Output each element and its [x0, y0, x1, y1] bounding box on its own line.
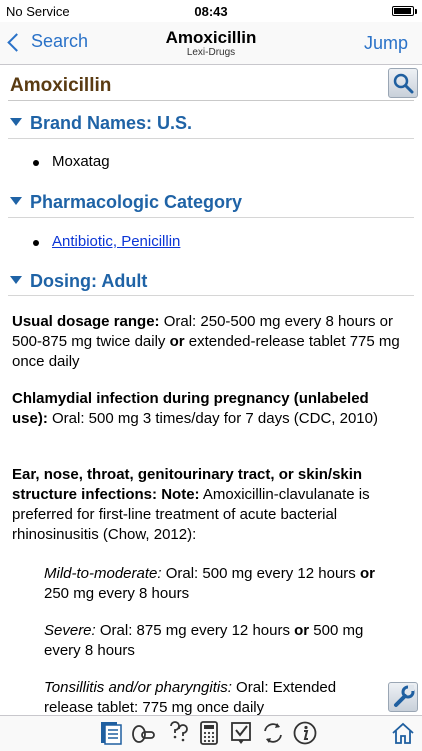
calculator-icon[interactable]	[196, 720, 222, 746]
dosing-label: Usual dosage range:	[12, 313, 160, 330]
divider	[8, 100, 414, 101]
bottom-toolbar	[0, 715, 422, 751]
page-title: Amoxicillin	[165, 28, 257, 47]
divider	[8, 138, 414, 139]
section-header-pharmacologic-category[interactable]: Pharmacologic Category	[10, 192, 242, 213]
dosing-text: Oral: 500 mg 3 times/day for 7 days (CDC…	[47, 410, 378, 427]
brand-name-text: Moxatag	[52, 153, 110, 170]
dosing-label: Tonsillitis and/or pharyngitis:	[44, 679, 232, 696]
battery-icon	[392, 6, 417, 16]
category-link[interactable]: Antibiotic, Penicillin	[52, 233, 180, 250]
info-icon[interactable]	[292, 720, 318, 746]
clock: 08:43	[194, 4, 228, 19]
dosing-severe: Severe: Oral: 875 mg every 12 hours or 5…	[44, 621, 404, 661]
find-in-page-button[interactable]	[388, 68, 418, 98]
section-heading-text: Pharmacologic Category	[30, 192, 243, 212]
brand-name-item: Moxatag	[33, 153, 110, 170]
collapse-triangle-icon	[10, 276, 22, 284]
dosing-or: or	[294, 622, 310, 639]
dosing-ent-infections: Ear, nose, throat, genitourinary tract, …	[12, 465, 408, 545]
interactions-icon[interactable]	[130, 720, 156, 746]
divider	[8, 295, 414, 296]
monograph-icon[interactable]	[98, 720, 124, 746]
note-label: Note:	[157, 486, 200, 503]
page-subtitle: Lexi-Drugs	[186, 47, 236, 58]
refresh-icon[interactable]	[260, 720, 286, 746]
jump-button[interactable]: Jump	[364, 33, 408, 54]
section-heading-text: Brand Names: U.S.	[30, 113, 193, 133]
dosing-text: Oral: 875 mg every 12 hours	[95, 622, 295, 639]
wrench-icon	[394, 685, 415, 707]
tools-button[interactable]	[388, 682, 418, 712]
divider	[8, 217, 414, 218]
dosing-text: 250 mg every 8 hours	[44, 585, 190, 602]
category-item: Antibiotic, Penicillin	[32, 233, 180, 250]
drug-title: Amoxicillin	[10, 75, 112, 96]
dosing-tonsillitis: Tonsillitis and/or pharyngitis: Oral: Ex…	[44, 678, 374, 715]
home-icon[interactable]	[390, 720, 416, 746]
dosing-label: Severe:	[44, 622, 96, 639]
section-header-brand-names[interactable]: Brand Names: U.S.	[10, 113, 192, 134]
collapse-triangle-icon	[10, 118, 22, 126]
navigation-bar: Search Amoxicillin Lexi-Drugs Jump	[0, 22, 422, 65]
dosing-mild-to-moderate: Mild-to-moderate: Oral: 500 mg every 12 …	[44, 564, 404, 604]
dosing-or: or	[169, 333, 185, 350]
dosing-text: Oral: 500 mg every 12 hours	[161, 565, 360, 582]
dosing-label: Mild-to-moderate:	[44, 565, 162, 582]
dosing-or: or	[359, 565, 375, 582]
status-bar: No Service 08:43	[0, 0, 422, 22]
magnifier-icon	[393, 73, 414, 94]
section-header-dosing-adult[interactable]: Dosing: Adult	[10, 271, 147, 292]
collapse-triangle-icon	[10, 197, 22, 205]
dosing-chlamydial: Chlamydial infection during pregnancy (u…	[12, 389, 408, 429]
monograph-content[interactable]: Amoxicillin Brand Names: U.S. Moxatag Ph…	[0, 65, 422, 715]
checklist-icon[interactable]	[228, 720, 254, 746]
dosing-usual-range: Usual dosage range: Oral: 250-500 mg eve…	[12, 312, 408, 372]
identification-icon[interactable]	[165, 720, 191, 746]
section-heading-text: Dosing: Adult	[30, 271, 148, 291]
